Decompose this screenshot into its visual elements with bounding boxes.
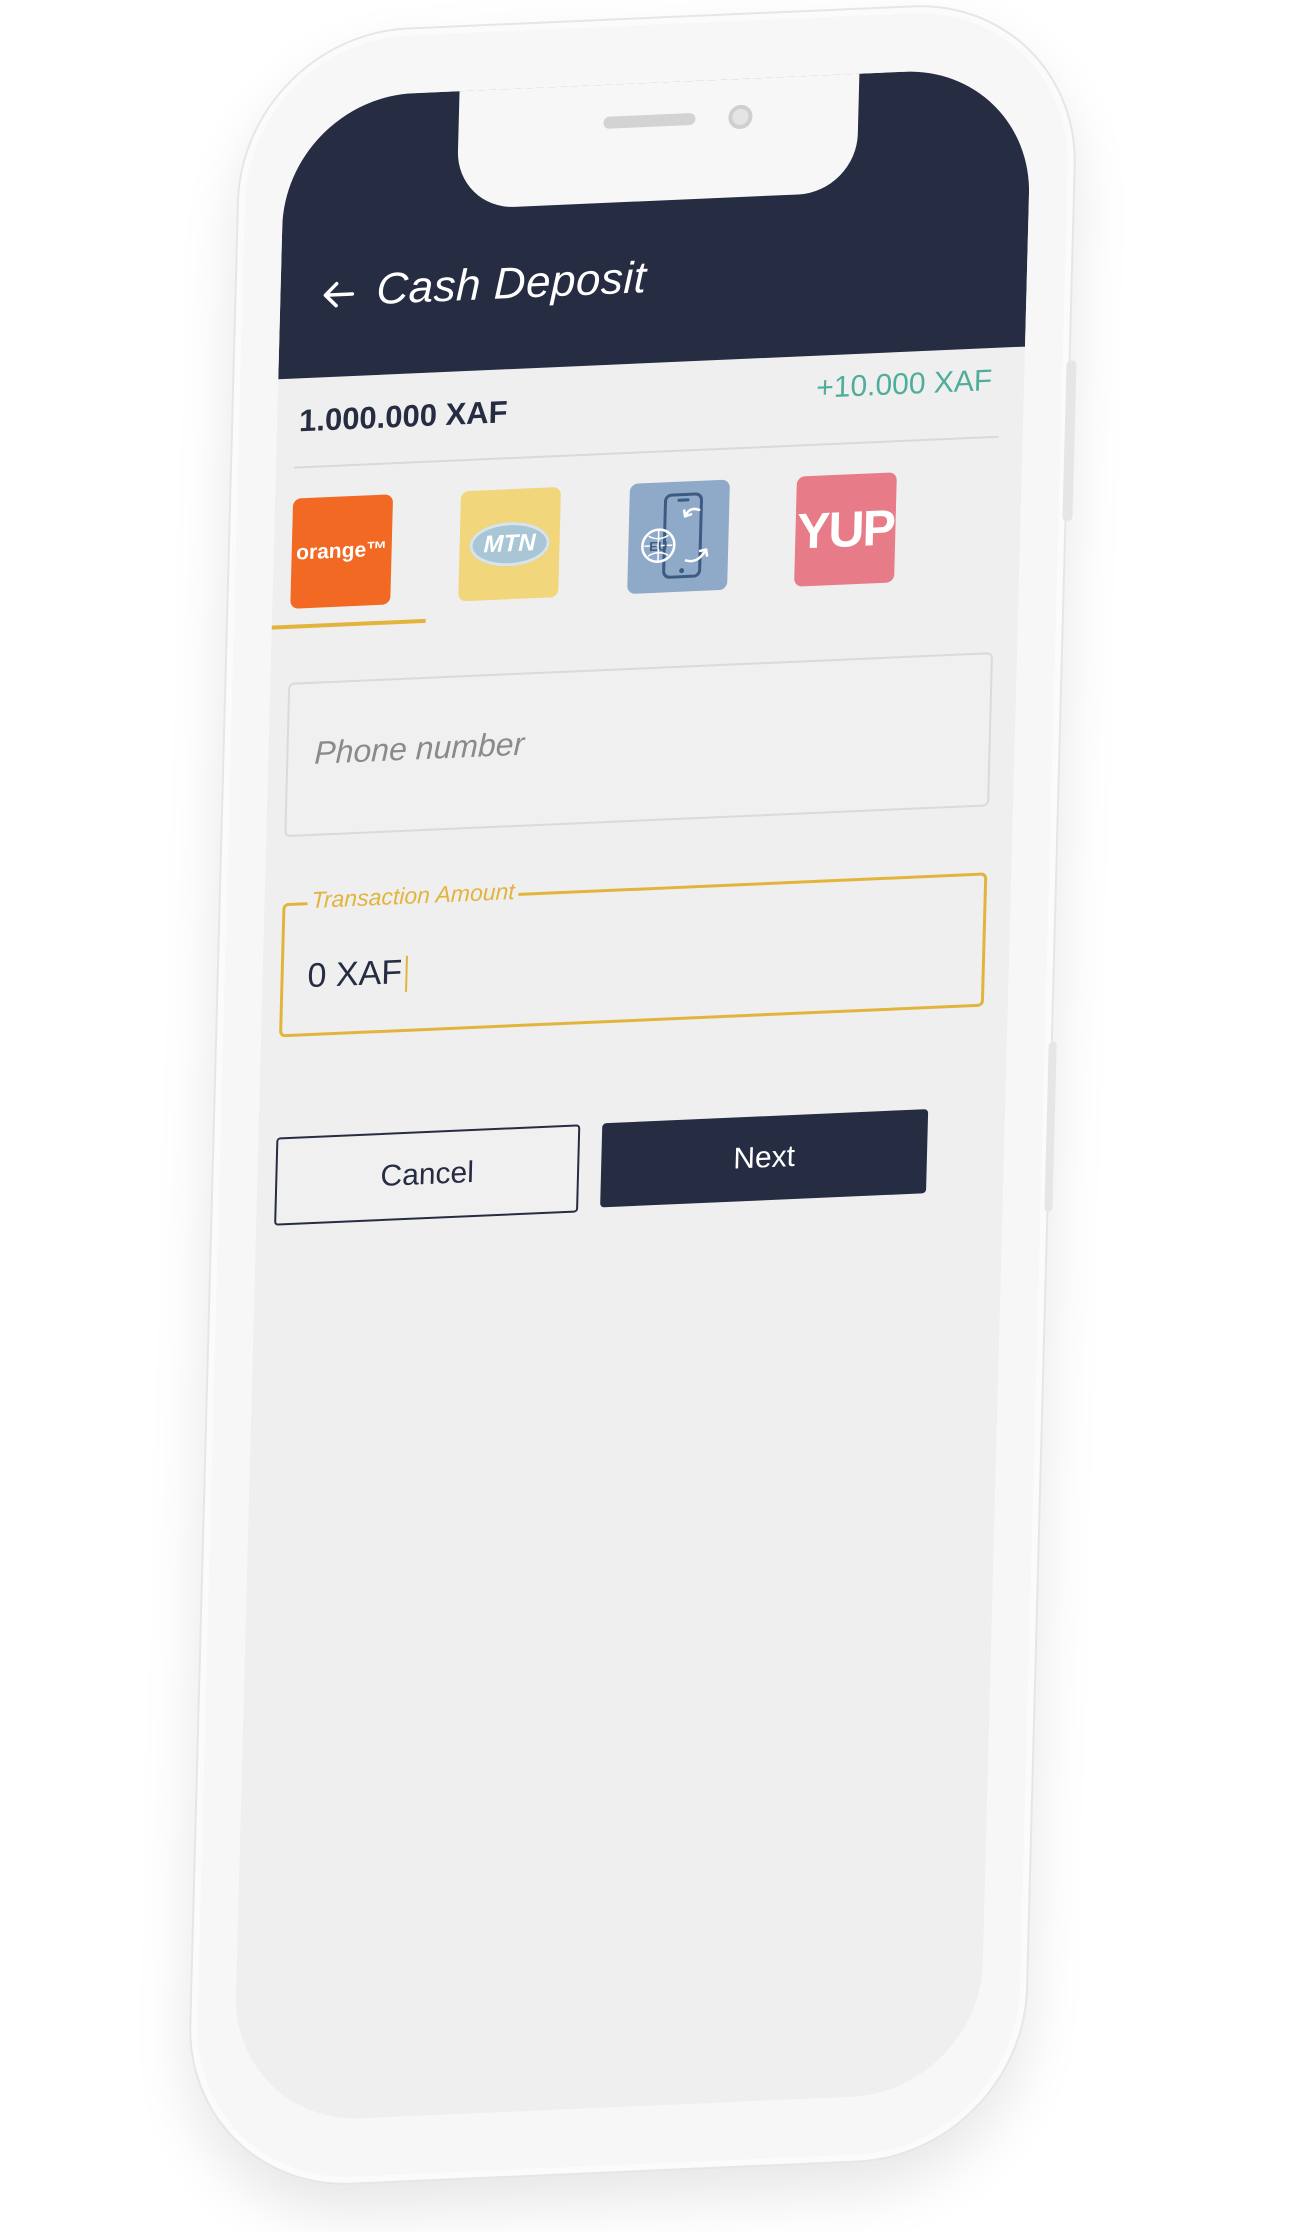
divider	[293, 435, 999, 469]
page-title: Cash Deposit	[375, 253, 648, 314]
provider-yup[interactable]: YUP	[794, 472, 897, 587]
transaction-amount-field[interactable]: Transaction Amount 0 XAF	[279, 872, 988, 1038]
transaction-amount-input[interactable]: 0 XAF	[307, 953, 409, 996]
eu-logo: EU	[649, 538, 667, 554]
arrow-left-icon[interactable]	[318, 274, 359, 316]
provider-orange[interactable]: orange™	[290, 494, 394, 609]
transaction-amount-label: Transaction Amount	[307, 877, 520, 915]
phone-mockup: Cash Deposit 1.000.000 XAF +10.000 XAF o…	[187, 0, 1078, 2190]
text-caret	[405, 955, 409, 992]
phone-notch	[455, 71, 859, 210]
provider-eu-mobile-money[interactable]: EU	[627, 479, 730, 595]
transaction-amount-value: 0 XAF	[307, 953, 403, 996]
cancel-button[interactable]: Cancel	[274, 1124, 581, 1226]
phone-number-field[interactable]	[284, 652, 994, 838]
bonus-amount: +10.000 XAF	[815, 364, 993, 405]
selected-provider-indicator	[265, 618, 426, 630]
mobile-money-phone-icon: EU	[641, 492, 709, 579]
account-balance: 1.000.000 XAF	[298, 394, 509, 439]
mtn-logo: MTN	[469, 520, 551, 568]
orange-logo: orange™	[295, 537, 388, 565]
front-camera	[727, 104, 753, 130]
speaker-grille	[602, 112, 696, 129]
next-button[interactable]: Next	[600, 1109, 929, 1208]
yup-logo: YUP	[796, 499, 895, 560]
phone-number-input[interactable]	[311, 709, 878, 773]
provider-mtn[interactable]: MTN	[458, 486, 562, 602]
app-screen: Cash Deposit 1.000.000 XAF +10.000 XAF o…	[232, 66, 1033, 2124]
mockup-stage: Cash Deposit 1.000.000 XAF +10.000 XAF o…	[0, 0, 1308, 2232]
